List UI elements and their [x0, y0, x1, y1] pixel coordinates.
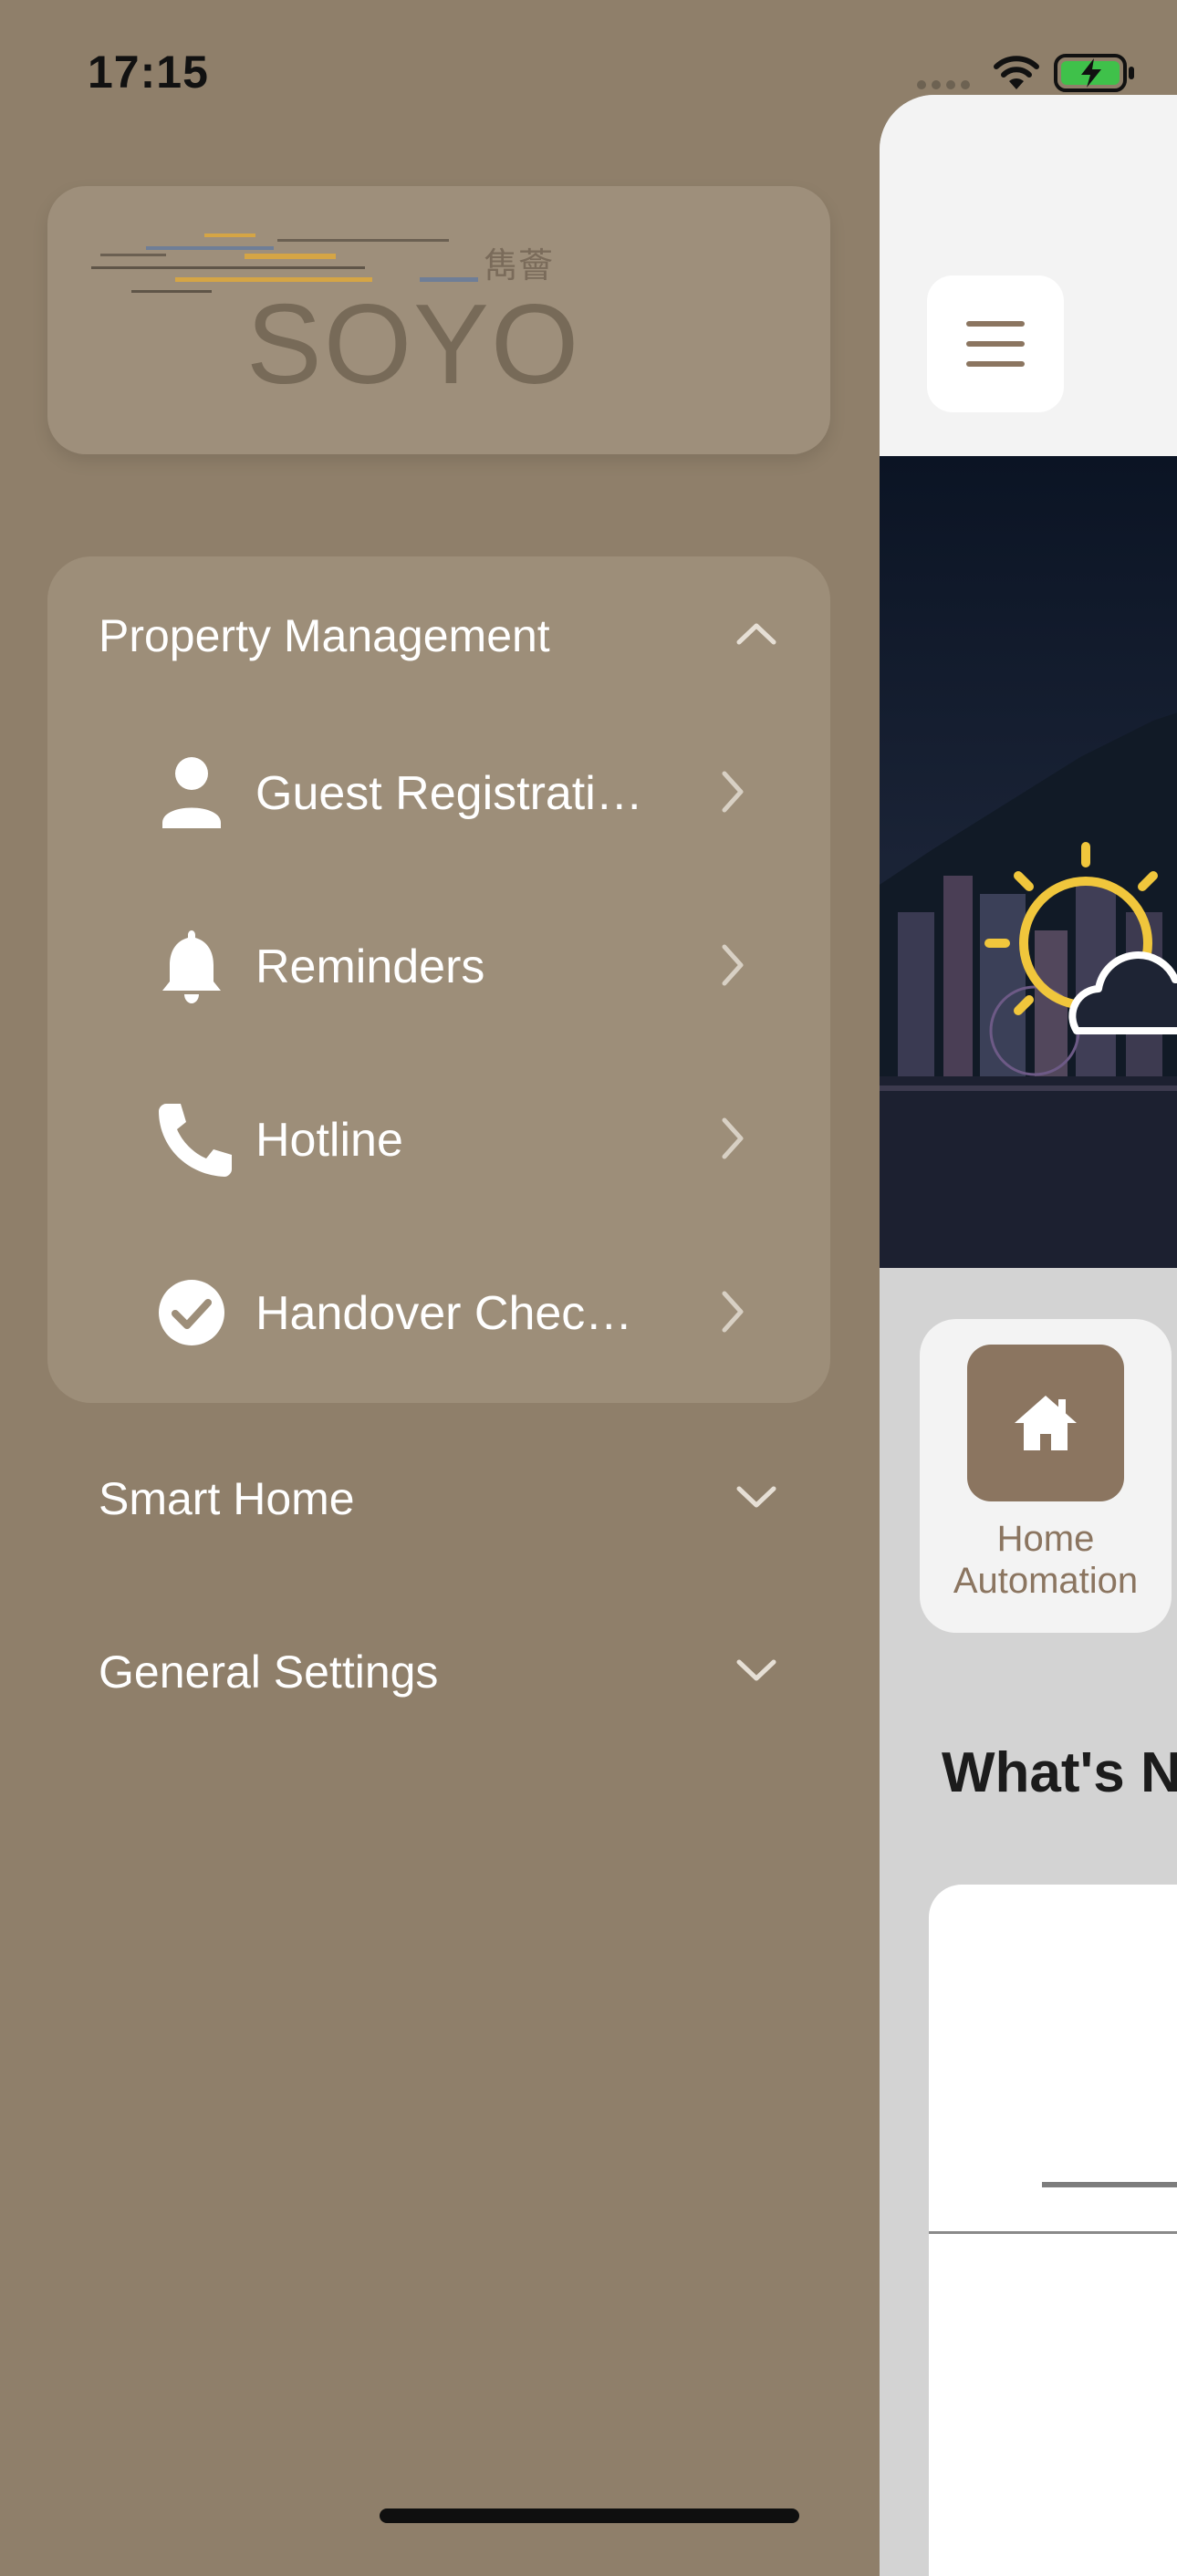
signal-dot: [932, 80, 941, 89]
menu-item-label: Reminders: [255, 940, 485, 993]
chevron-right-icon: [722, 1117, 744, 1159]
signal-dot: [917, 80, 926, 89]
person-icon: [162, 757, 221, 828]
tile-label: Home Automation: [953, 1519, 1139, 1601]
news-card[interactable]: [929, 1885, 1177, 2576]
menu-item-hotline[interactable]: Hotline: [146, 1084, 766, 1193]
signal-dot: [946, 80, 955, 89]
logo-chinese-text: 雋薈: [484, 245, 553, 286]
menu-item-handover-checklist[interactable]: Handover Chec…: [146, 1257, 766, 1366]
phone-icon: [159, 1104, 232, 1177]
main-header: [880, 95, 1177, 456]
section-general-settings[interactable]: General Settings: [99, 1646, 438, 1698]
chevron-down-icon[interactable]: [735, 1657, 777, 1686]
chevron-right-icon: [722, 771, 744, 813]
home-indicator[interactable]: [380, 2508, 799, 2523]
chevron-down-icon[interactable]: [735, 1483, 777, 1512]
whats-new-title: What's N: [942, 1741, 1177, 1804]
hamburger-icon: [966, 321, 1025, 367]
logo-wordmark: SOYO: [246, 282, 580, 408]
news-card-logo-image: [929, 2182, 1177, 2286]
status-bar-time: 17:15: [88, 47, 209, 98]
signal-dot: [961, 80, 970, 89]
weather-hero-image: [880, 456, 1177, 1268]
chevron-up-icon[interactable]: [735, 618, 777, 648]
main-content-panel[interactable]: Home Automation What's N: [880, 95, 1177, 2576]
wifi-icon: [994, 56, 1039, 89]
section-smart-home[interactable]: Smart Home: [99, 1472, 355, 1525]
status-bar-icons: [917, 53, 1154, 99]
home-automation-tile[interactable]: Home Automation: [920, 1319, 1172, 1633]
menu-item-label: Handover Chec…: [255, 1287, 633, 1340]
hamburger-menu-button[interactable]: [927, 275, 1064, 412]
soyo-logo: 雋薈 SOYO: [91, 234, 580, 408]
check-circle-icon: [159, 1280, 224, 1345]
chevron-right-icon: [722, 944, 744, 986]
home-icon-box: [967, 1345, 1124, 1501]
menu-item-reminders[interactable]: Reminders: [146, 910, 766, 1020]
section-property-management[interactable]: Property Management: [99, 609, 550, 662]
menu-item-guest-registration[interactable]: Guest Registrati…: [146, 737, 766, 847]
menu-item-label: Hotline: [255, 1114, 403, 1167]
menu-item-label: Guest Registrati…: [255, 767, 643, 820]
battery-charging-icon: [1054, 54, 1134, 92]
chevron-right-icon: [722, 1291, 744, 1333]
home-icon: [1015, 1396, 1077, 1450]
bell-icon: [162, 930, 221, 1003]
